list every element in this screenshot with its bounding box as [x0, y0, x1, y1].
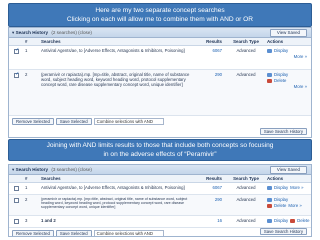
delete-action[interactable]: Delete More »	[267, 203, 311, 209]
display-action[interactable]: Display More »	[267, 185, 311, 191]
col-results: Results	[206, 39, 222, 44]
collapse-icon[interactable]: ▾	[12, 30, 14, 35]
search-type: Advanced	[236, 218, 256, 223]
col-number: #	[25, 176, 28, 181]
results-count[interactable]: 290	[195, 70, 225, 115]
table-row: 1 Antiviral Agents/ae, to [Adverse Effec…	[9, 183, 311, 195]
combine-selections-field[interactable]: Combine selections with AND	[93, 230, 164, 236]
select-all-checkbox-col	[9, 38, 23, 45]
search-query[interactable]: 1 and 2	[39, 216, 195, 227]
callout-mid: Joining with AND limits results to those…	[8, 139, 312, 161]
results-count[interactable]: 16	[195, 216, 225, 227]
save-selected-button[interactable]: Save Selected	[55, 118, 92, 125]
row-number: 1	[25, 48, 28, 53]
row-number: 1	[25, 185, 28, 190]
remove-selected-button[interactable]: Remove Selected	[12, 118, 54, 125]
results-count[interactable]: 6067	[195, 46, 225, 69]
table-row: 1 Antiviral Agents/ae, to [Adverse Effec…	[9, 46, 311, 70]
display-icon	[267, 198, 272, 202]
more-link[interactable]: More »	[267, 84, 311, 89]
display-icon	[267, 186, 272, 190]
collapse-icon[interactable]: ▾	[12, 167, 14, 172]
search-count[interactable]: (3 searches) (close)	[51, 167, 92, 172]
search-type: Advanced	[236, 48, 256, 53]
remove-selected-button[interactable]: Remove Selected	[12, 230, 54, 236]
row-checkbox[interactable]	[14, 198, 19, 203]
save-search-history-button[interactable]: Save Search History	[259, 228, 307, 235]
search-query[interactable]: Antiviral Agents/ae, to [Adverse Effects…	[39, 183, 195, 194]
table-row: 2 (peramivir or rapiacta).mp. [mp=title,…	[9, 70, 311, 116]
search-history-header[interactable]: ▾ Search History (2 searches) (close) Vi…	[9, 28, 311, 38]
view-saved-button[interactable]: View Saved	[269, 29, 307, 37]
display-icon	[267, 49, 272, 53]
search-history-title: Search History	[15, 167, 49, 172]
save-selected-button[interactable]: Save Selected	[55, 230, 92, 236]
row-checkbox[interactable]	[14, 48, 20, 54]
display-icon	[267, 219, 272, 223]
delete-icon	[290, 219, 296, 223]
results-count[interactable]: 6067	[195, 183, 225, 194]
row-checkbox[interactable]	[14, 186, 19, 191]
row-number: 3	[25, 218, 28, 223]
view-saved-button[interactable]: View Saved	[269, 166, 307, 174]
callout-top: Here are my two separate concept searche…	[8, 3, 312, 27]
col-searches: Searches	[41, 39, 61, 44]
search-history-header[interactable]: ▾ Search History (3 searches) (close) Vi…	[9, 165, 311, 175]
search-query[interactable]: (peramivir or rapiacta).mp. [mp=title, a…	[39, 195, 195, 215]
callout-mid-line1: Joining with AND limits results to those…	[46, 142, 274, 149]
delete-icon	[267, 79, 272, 83]
callout-mid-line2: in on the adverse effects of “Peramivir”	[103, 150, 217, 158]
callout-top-line2: Clicking on each will allow me to combin…	[66, 15, 254, 23]
combine-selections-field[interactable]: Combine selections with AND	[93, 118, 164, 125]
search-history-title: Search History	[15, 30, 49, 35]
search-history-panel-top: ▾ Search History (2 searches) (close) Vi…	[8, 27, 312, 138]
table-row: 2 (peramivir or rapiacta).mp. [mp=title,…	[9, 195, 311, 216]
save-search-history-button[interactable]: Save Search History	[259, 128, 307, 135]
delete-icon	[267, 204, 272, 208]
row-number: 2	[25, 72, 28, 77]
col-search-type: Search Type	[233, 39, 259, 44]
delete-action[interactable]: Delete	[297, 218, 309, 223]
display-action[interactable]: Display Delete	[267, 218, 311, 224]
search-type: Advanced	[236, 72, 256, 77]
callout-top-line1: Here are my two separate concept searche…	[95, 7, 225, 14]
column-headers: # Searches Results Search Type Actions	[9, 175, 311, 183]
col-actions: Actions	[267, 176, 284, 181]
col-actions: Actions	[267, 39, 284, 44]
more-link[interactable]: More »	[290, 185, 307, 190]
row-number: 2	[25, 197, 28, 202]
more-link[interactable]: More »	[267, 54, 311, 59]
col-searches: Searches	[41, 176, 61, 181]
more-link[interactable]: More »	[288, 203, 305, 208]
results-count[interactable]: 290	[195, 195, 225, 215]
col-search-type: Search Type	[233, 176, 259, 181]
search-type: Advanced	[236, 185, 256, 190]
search-query[interactable]: (peramivir or rapiacta).mp. [mp=title, a…	[39, 70, 195, 115]
search-query[interactable]: Antiviral Agents/ae, to [Adverse Effects…	[39, 46, 195, 69]
column-headers: # Searches Results Search Type Actions	[9, 38, 311, 46]
search-history-panel-bottom: ▾ Search History (3 searches) (close) Vi…	[8, 164, 312, 237]
col-number: #	[25, 39, 28, 44]
table-row: 3 1 and 2 16 Advanced Display Delete	[9, 216, 311, 228]
search-type: Advanced	[236, 197, 256, 202]
row-checkbox[interactable]	[14, 219, 19, 224]
col-results: Results	[206, 176, 222, 181]
row-checkbox[interactable]	[14, 72, 20, 78]
search-count[interactable]: (2 searches) (close)	[51, 30, 92, 35]
history-footer: Remove Selected Save Selected Combine se…	[9, 116, 311, 127]
display-icon	[267, 73, 272, 77]
